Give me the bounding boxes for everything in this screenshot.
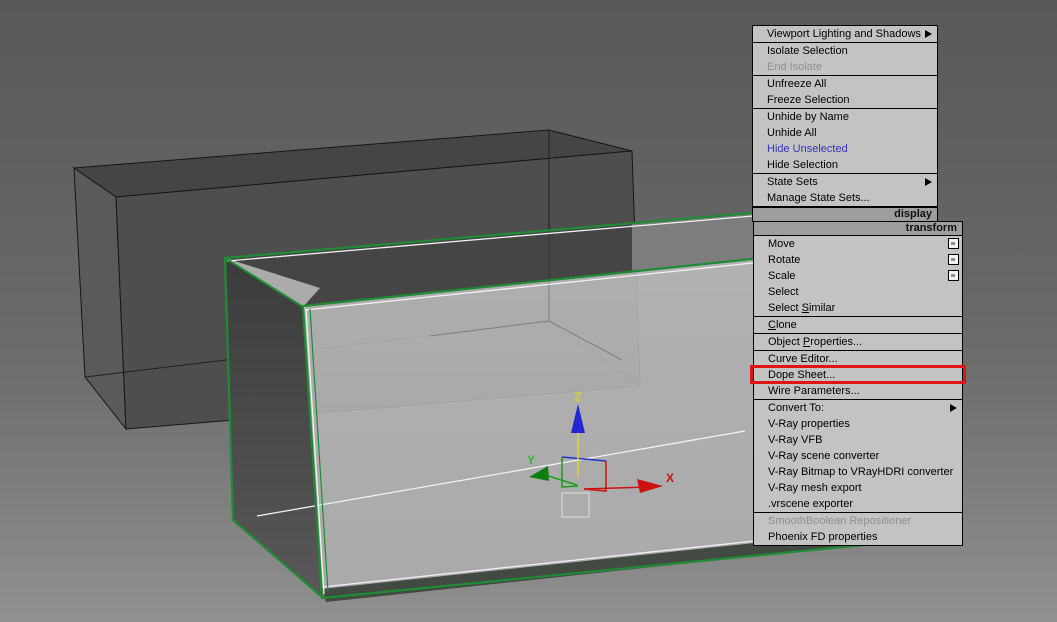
menu-item-state-sets[interactable]: State Sets — [753, 174, 937, 190]
menu-group: Unhide by Name Unhide All Hide Unselected H… — [752, 108, 938, 174]
menu-item-scale[interactable]: Scale — [754, 268, 962, 284]
menu-group: Object Properties... — [753, 333, 963, 351]
display-quad-menu: Viewport Lighting and Shadows Isolate Sel… — [752, 25, 938, 222]
menu-item-end-isolate[interactable]: End Isolate — [753, 59, 937, 75]
menu-item-label: V-Ray properties — [768, 418, 850, 430]
menu-item-label: Freeze Selection — [767, 94, 850, 106]
menu-item-unhide-all[interactable]: Unhide All — [753, 125, 937, 141]
menu-item-vrscene-exporter[interactable]: .vrscene exporter — [754, 496, 962, 512]
menu-item-label: V-Ray mesh export — [768, 482, 862, 494]
menu-item-v-ray-vfb[interactable]: V-Ray VFB — [754, 432, 962, 448]
menu-item-label: Manage State Sets... — [767, 192, 870, 204]
menu-group: Viewport Lighting and Shadows — [752, 25, 938, 43]
submenu-arrow-icon — [950, 404, 957, 412]
menu-item-wire-parameters[interactable]: Wire Parameters... — [754, 383, 962, 399]
menu-item-unhide-by-name[interactable]: Unhide by Name — [753, 109, 937, 125]
menu-item-label: SmoothBoolean Repositioner — [768, 515, 912, 527]
menu-item-label: Object Properties... — [768, 336, 863, 348]
menu-item-viewport-lighting-and-shadows[interactable]: Viewport Lighting and Shadows — [753, 26, 937, 42]
menu-item-manage-state-sets[interactable]: Manage State Sets... — [753, 190, 937, 206]
menu-item-freeze-selection[interactable]: Freeze Selection — [753, 92, 937, 108]
menu-item-label: V-Ray Bitmap to VRayHDRI converter — [768, 466, 954, 478]
menu-item-v-ray-mesh-export[interactable]: V-Ray mesh export — [754, 480, 962, 496]
menu-item-label: .vrscene exporter — [768, 498, 853, 510]
menu-item-v-ray-bitmap-to-vrayhdri-converter[interactable]: V-Ray Bitmap to VRayHDRI converter — [754, 464, 962, 480]
move-settings-icon[interactable] — [948, 238, 959, 249]
menu-group: Move Rotate Scale Select Select Similar — [753, 235, 963, 317]
menu-item-label: Select Similar — [768, 302, 836, 314]
menu-item-isolate-selection[interactable]: Isolate Selection — [753, 43, 937, 59]
scale-settings-icon[interactable] — [948, 270, 959, 281]
menu-item-curve-editor[interactable]: Curve Editor... — [754, 351, 962, 367]
menu-item-label: Unhide All — [767, 127, 817, 139]
menu-item-phoenix-fd-properties[interactable]: Phoenix FD properties — [754, 529, 962, 545]
menu-item-smoothboolean-repositioner[interactable]: SmoothBoolean Repositioner — [754, 513, 962, 529]
submenu-arrow-icon — [925, 178, 932, 186]
menu-item-label: Move — [768, 238, 795, 250]
menu-item-label: Scale — [768, 270, 796, 282]
menu-item-label: Unhide by Name — [767, 111, 849, 123]
menu-group: State Sets Manage State Sets... — [752, 173, 938, 207]
menu-item-label: State Sets — [767, 176, 818, 188]
menu-item-label: Select — [768, 286, 799, 298]
x-axis-label: X — [666, 471, 674, 485]
menu-item-label: V-Ray VFB — [768, 434, 823, 446]
submenu-arrow-icon — [925, 30, 932, 38]
menu-item-label: Rotate — [768, 254, 801, 266]
menu-item-label: Wire Parameters... — [768, 385, 860, 397]
menu-item-select-similar[interactable]: Select Similar — [754, 300, 962, 316]
rotate-settings-icon[interactable] — [948, 254, 959, 265]
menu-item-label: Hide Unselected — [767, 143, 848, 155]
menu-item-select[interactable]: Select — [754, 284, 962, 300]
menu-item-v-ray-properties[interactable]: V-Ray properties — [754, 416, 962, 432]
menu-item-label: V-Ray scene converter — [768, 450, 880, 462]
menu-item-hide-selection[interactable]: Hide Selection — [753, 157, 937, 173]
menu-item-clone[interactable]: Clone — [754, 317, 962, 333]
menu-item-unfreeze-all[interactable]: Unfreeze All — [753, 76, 937, 92]
menu-item-label: Dope Sheet... — [768, 369, 836, 381]
menu-item-hide-unselected[interactable]: Hide Unselected — [753, 141, 937, 157]
menu-item-label: Unfreeze All — [767, 78, 827, 90]
menu-group: Curve Editor... Dope Sheet... Wire Paramet… — [750, 350, 966, 400]
menu-item-label: Isolate Selection — [767, 45, 848, 57]
transform-menu-header: transform — [753, 221, 963, 236]
menu-item-move[interactable]: Move — [754, 236, 962, 252]
menu-item-dope-sheet[interactable]: Dope Sheet... — [750, 365, 966, 384]
menu-item-label: Curve Editor... — [768, 353, 838, 365]
menu-item-label: Convert To: — [768, 402, 825, 414]
transform-quad-menu: transform Move Rotate Scale Select Select Si… — [750, 221, 966, 546]
menu-group: Unfreeze All Freeze Selection — [752, 75, 938, 109]
menu-group: Isolate Selection End Isolate — [752, 42, 938, 76]
menu-group: Convert To: V-Ray properties V-Ray VFB V-Ra… — [753, 399, 963, 513]
menu-item-label: Clone — [768, 319, 797, 331]
menu-item-label: Hide Selection — [767, 159, 838, 171]
viewport[interactable]: Z X Y Viewport Lighting and Shadows Isola… — [0, 0, 1057, 622]
menu-item-v-ray-scene-converter[interactable]: V-Ray scene converter — [754, 448, 962, 464]
menu-group: SmoothBoolean Repositioner Phoenix FD pro… — [753, 512, 963, 546]
menu-item-label: Viewport Lighting and Shadows — [767, 28, 921, 40]
menu-group: Clone — [753, 316, 963, 334]
menu-item-convert-to[interactable]: Convert To: — [754, 400, 962, 416]
menu-item-object-properties[interactable]: Object Properties... — [754, 334, 962, 350]
menu-item-rotate[interactable]: Rotate — [754, 252, 962, 268]
menu-item-label: Phoenix FD properties — [768, 531, 878, 543]
y-axis-label: Y — [527, 453, 535, 467]
display-menu-header: display — [752, 207, 938, 222]
menu-item-label: End Isolate — [767, 61, 823, 73]
z-axis-label: Z — [574, 390, 581, 404]
